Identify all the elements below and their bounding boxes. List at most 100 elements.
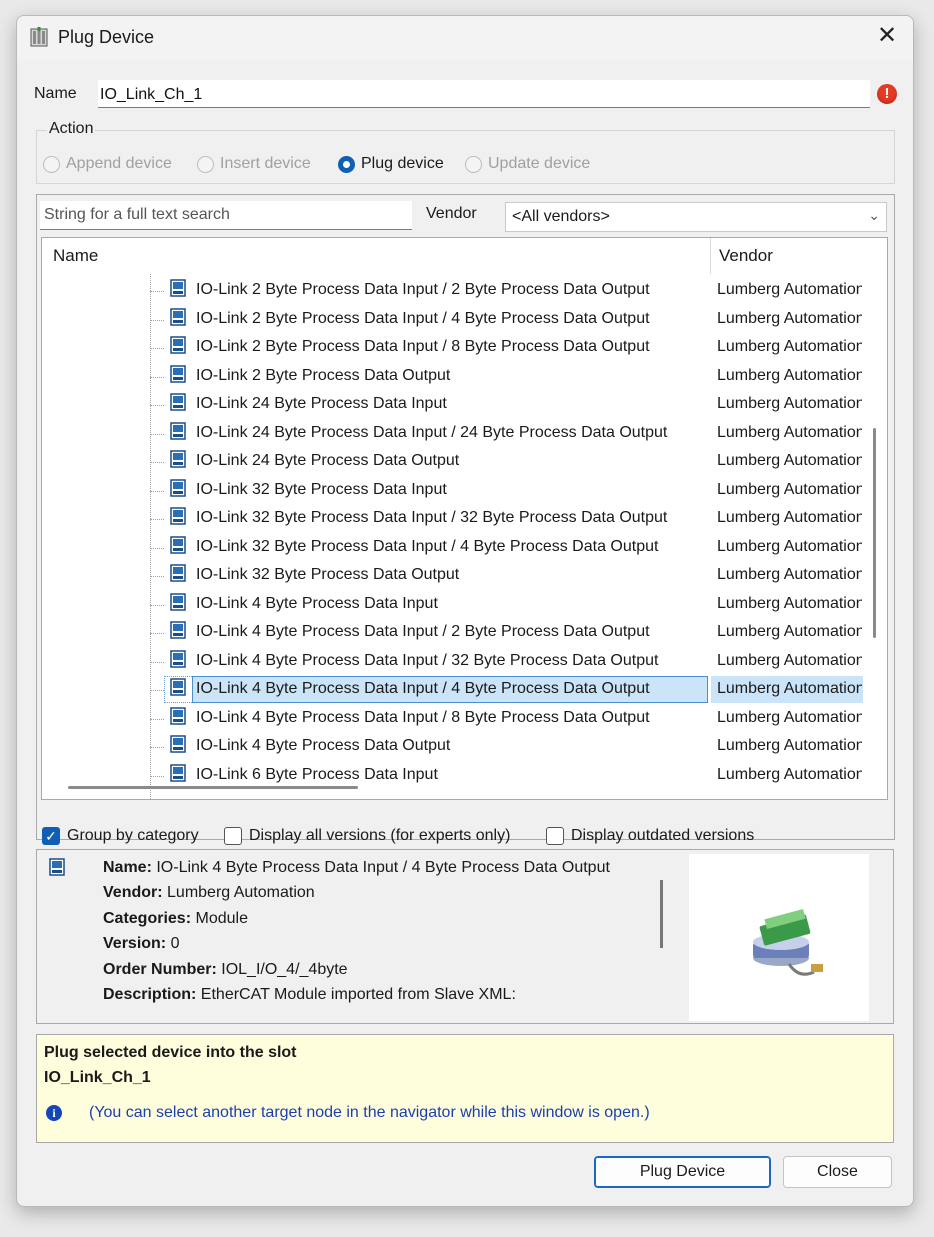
row-vendor: Lumberg Automation [717, 708, 862, 726]
device-tree[interactable]: Name Vendor IO-Link 2 Byte Process Data … [41, 237, 888, 800]
tree-row[interactable]: IO-Link 24 Byte Process Data Input / 24 … [42, 420, 862, 448]
group-by-category-checkbox[interactable]: ✓ Group by category [42, 825, 199, 847]
hint-title: Plug selected device into the slot [44, 1044, 297, 1061]
row-vendor: Lumberg Automation [717, 765, 862, 783]
row-vendor: Lumberg Automation [717, 338, 862, 355]
device-module-icon [170, 279, 186, 297]
row-vendor: Lumberg Automation [717, 566, 862, 583]
detail-description: Description: EtherCAT Module imported fr… [103, 986, 516, 1003]
append-device-radio[interactable]: Append device [43, 153, 172, 175]
tree-row[interactable]: IO-Link 2 Byte Process Data Input / 4 By… [42, 306, 862, 334]
row-name: IO-Link 32 Byte Process Data Input [196, 480, 447, 498]
column-divider[interactable] [710, 238, 711, 274]
tree-row[interactable]: IO-Link 32 Byte Process Data Input Lumber… [42, 477, 862, 505]
vertical-scrollbar[interactable] [873, 428, 876, 638]
device-module-icon [170, 564, 186, 582]
column-header-name[interactable]: Name [53, 238, 98, 274]
tree-connector [150, 775, 164, 777]
row-vendor: Lumberg Automation [717, 366, 862, 384]
tree-connector [150, 490, 164, 492]
row-name: IO-Link 24 Byte Process Data Input [196, 395, 447, 412]
tree-connector [150, 576, 164, 577]
horizontal-scrollbar[interactable] [68, 786, 358, 789]
title-bar: Plug Device ✕ [17, 16, 913, 60]
detail-version: Version: 0 [103, 935, 180, 952]
tree-connector [150, 661, 164, 663]
tree-row[interactable]: IO-Link 2 Byte Process Data Input / 2 By… [42, 277, 862, 305]
tree-row[interactable]: IO-Link 4 Byte Process Data Input / 32 B… [42, 648, 862, 676]
checkbox-label: Display all versions (for experts only) [249, 827, 511, 844]
device-module-icon [170, 336, 186, 354]
plug-device-icon [30, 27, 48, 47]
row-name: IO-Link 24 Byte Process Data Output [196, 452, 460, 469]
radio-label: Insert device [220, 155, 311, 172]
details-scrollbar[interactable] [660, 880, 663, 948]
tree-row[interactable]: IO-Link 24 Byte Process Data Input Lumber… [42, 391, 862, 419]
tree-connector [150, 519, 164, 520]
name-input[interactable] [98, 80, 870, 108]
insert-device-radio[interactable]: Insert device [197, 153, 311, 175]
row-name: IO-Link 4 Byte Process Data Input / 32 B… [196, 651, 659, 669]
tree-row[interactable]: IO-Link 32 Byte Process Data Input / 32 … [42, 505, 862, 533]
radio-circle [465, 155, 482, 173]
plug-device-button[interactable]: Plug Device [594, 1156, 771, 1188]
error-icon: ! [877, 84, 897, 104]
radio-label: Plug device [361, 155, 444, 172]
tree-row[interactable]: IO-Link 4 Byte Process Data Input / 8 By… [42, 705, 862, 733]
row-name: IO-Link 2 Byte Process Data Input / 8 By… [196, 338, 650, 355]
row-vendor: Lumberg Automation [717, 395, 862, 412]
tree-row[interactable]: IO-Link 24 Byte Process Data Output Lumbe… [42, 448, 862, 476]
tree-row[interactable]: IO-Link 32 Byte Process Data Output Lumbe… [42, 562, 862, 590]
row-vendor: Lumberg Automation [717, 309, 862, 327]
info-icon: i [46, 1105, 62, 1121]
column-header-vendor[interactable]: Vendor [719, 238, 773, 274]
detail-categories: Categories: Module [103, 910, 248, 927]
plug-device-radio[interactable]: Plug device [338, 153, 444, 175]
device-module-icon [170, 649, 186, 668]
row-vendor: Lumberg Automation [717, 423, 862, 441]
tree-connector [150, 319, 164, 321]
device-module-icon [170, 706, 186, 725]
tree-row[interactable]: IO-Link 4 Byte Process Data Input Lumberg… [42, 591, 862, 619]
row-vendor: Lumberg Automation [717, 281, 862, 298]
tree-connector [150, 433, 164, 435]
device-preview [689, 854, 869, 1021]
device-module-icon [170, 393, 186, 411]
device-module-icon [170, 421, 186, 440]
search-input[interactable] [40, 201, 412, 230]
display-outdated-versions-checkbox[interactable]: Display outdated versions [546, 825, 754, 847]
update-device-radio[interactable]: Update device [465, 153, 590, 175]
checkmark-icon: ✓ [42, 827, 60, 845]
close-button[interactable]: Close [783, 1156, 892, 1188]
tree-row[interactable]: IO-Link 4 Byte Process Data Input / 2 By… [42, 619, 862, 647]
vendor-select[interactable]: <All vendors> ⌄ [505, 202, 887, 232]
radio-label: Update device [488, 155, 591, 172]
row-vendor: Lumberg Automation [717, 594, 862, 612]
tree-row[interactable]: IO-Link 2 Byte Process Data Input / 8 By… [42, 334, 862, 362]
radio-circle [43, 155, 60, 173]
tree-connector [150, 690, 164, 691]
tree-row[interactable]: IO-Link 32 Byte Process Data Input / 4 B… [42, 534, 862, 562]
tree-row[interactable]: IO-Link 4 Byte Process Data Output Lumber… [42, 733, 862, 761]
row-name: IO-Link 4 Byte Process Data Input / 8 By… [196, 708, 650, 726]
display-all-versions-checkbox[interactable]: Display all versions (for experts only) [224, 825, 510, 847]
row-vendor: Lumberg Automation [717, 452, 862, 469]
action-label: Action [47, 120, 96, 138]
device-module-icon [170, 450, 186, 468]
tree-connector [150, 747, 164, 748]
tree-row[interactable]: IO-Link 2 Byte Process Data Output Lumber… [42, 363, 862, 391]
hint-panel: Plug selected device into the slot IO_Li… [36, 1034, 894, 1143]
detail-name: Name: IO-Link 4 Byte Process Data Input … [103, 859, 610, 876]
tree-row[interactable]: IO-Link 4 Byte Process Data Input / 4 By… [42, 676, 863, 704]
close-icon[interactable]: ✕ [875, 24, 899, 48]
device-module-icon [49, 858, 65, 876]
row-name: IO-Link 32 Byte Process Data Input / 4 B… [196, 537, 659, 555]
tree-connector [150, 718, 164, 720]
hint-note: (You can select another target node in t… [89, 1104, 650, 1121]
device-module-icon [170, 592, 186, 611]
row-vendor: Lumberg Automation [717, 737, 862, 754]
vendor-label: Vendor [426, 205, 477, 222]
chevron-down-icon: ⌄ [868, 207, 880, 223]
row-name: IO-Link 4 Byte Process Data Output [196, 737, 451, 754]
radio-label: Append device [66, 155, 172, 172]
